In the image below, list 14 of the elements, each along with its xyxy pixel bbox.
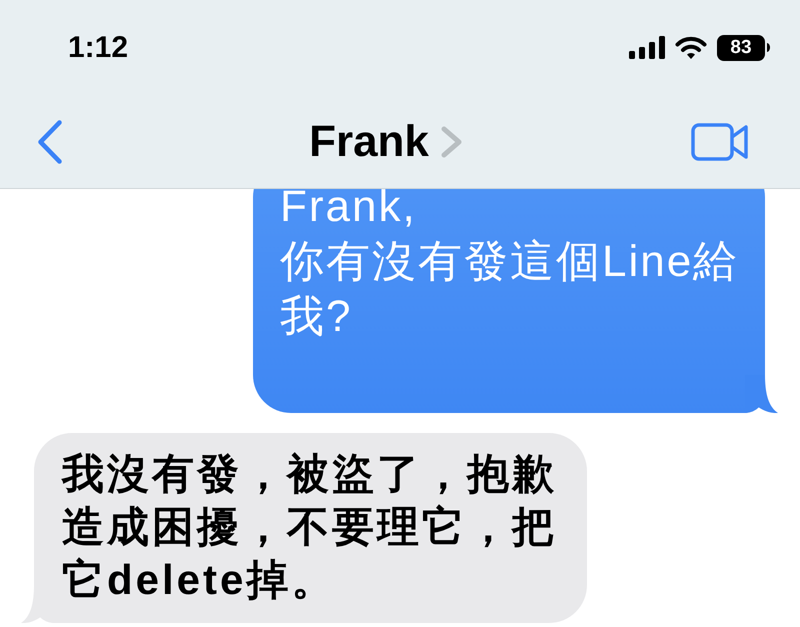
- battery-cap-icon: [767, 43, 770, 52]
- chevron-right-icon: [440, 126, 463, 158]
- status-time: 1:12: [68, 30, 128, 66]
- back-chevron-icon: [37, 120, 63, 164]
- message-text: 我沒有發，被盜了，抱歉 造成困擾，不要理它，把 它delete掉。: [62, 449, 558, 605]
- message-text: Frank, 你有沒有發這個Line給 我?: [280, 189, 740, 343]
- video-call-button[interactable]: [691, 122, 749, 162]
- video-camera-icon: [691, 122, 749, 162]
- wifi-icon: [675, 36, 707, 59]
- contact-name-button[interactable]: Frank: [309, 108, 463, 174]
- battery-level: 83: [717, 34, 765, 60]
- bubble-tail-icon: [745, 375, 778, 413]
- back-button[interactable]: [37, 120, 63, 164]
- signal-icon: [629, 36, 665, 59]
